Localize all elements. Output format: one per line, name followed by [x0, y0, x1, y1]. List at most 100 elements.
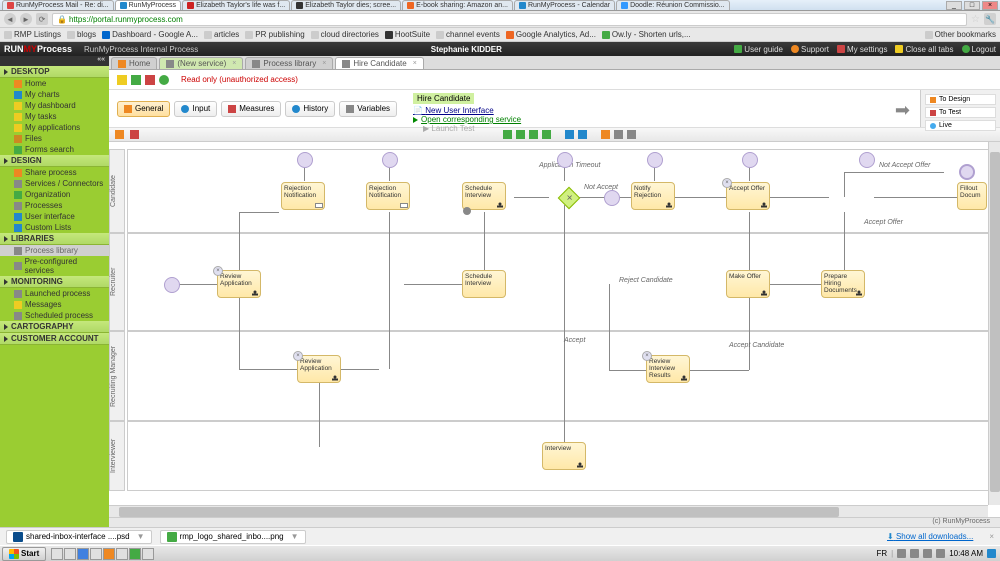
open-icon[interactable]: [145, 75, 155, 85]
app-icon[interactable]: [142, 548, 154, 560]
app-icon[interactable]: [103, 548, 115, 560]
start-event[interactable]: [164, 277, 180, 293]
sidebar-item-ui[interactable]: User interface: [0, 211, 109, 222]
task-rejection-notification[interactable]: Rejection Notification: [366, 182, 410, 210]
browser-tab[interactable]: Doodle: Réunion Commissio...: [616, 0, 730, 10]
app-icon[interactable]: [77, 548, 89, 560]
variables-button[interactable]: Variables: [339, 101, 397, 117]
task-review-application[interactable]: ×Review Application: [297, 355, 341, 383]
other-bookmarks[interactable]: Other bookmarks: [925, 30, 996, 39]
measures-button[interactable]: Measures: [221, 101, 281, 117]
sidebar-section-design[interactable]: DESIGN: [0, 155, 109, 167]
app-icon[interactable]: [90, 548, 102, 560]
task-make-offer[interactable]: Make Offer: [726, 270, 770, 298]
logout-link[interactable]: Logout: [962, 45, 996, 54]
task-rejection-notification[interactable]: Rejection Notification: [281, 182, 325, 210]
sidebar-section-monitoring[interactable]: MONITORING: [0, 276, 109, 288]
sidebar-item-preconfigured[interactable]: Pre-configured services: [0, 256, 109, 276]
tab-home[interactable]: Home: [111, 57, 157, 69]
refresh-icon[interactable]: [159, 75, 169, 85]
bookmark[interactable]: Dashboard - Google A...: [102, 30, 198, 39]
intermediate-event[interactable]: [604, 190, 620, 206]
task-schedule-interview[interactable]: Schedule Interview: [462, 182, 506, 210]
close-tabs-link[interactable]: Close all tabs: [895, 45, 953, 54]
sidebar-item-files[interactable]: Files: [0, 133, 109, 144]
task-prepare-hiring[interactable]: Prepare Hiring Documents: [821, 270, 865, 298]
tab-process-library[interactable]: Process library×: [245, 57, 333, 69]
close-button[interactable]: ×: [982, 1, 998, 10]
new-ui-link[interactable]: 📄 New User Interface: [413, 106, 494, 115]
task-interview[interactable]: Interview: [542, 442, 586, 470]
close-icon[interactable]: ×: [232, 60, 236, 67]
to-test-button[interactable]: To Test: [925, 107, 996, 118]
sidebar-item-applications[interactable]: My applications: [0, 122, 109, 133]
language-indicator[interactable]: FR: [876, 549, 887, 558]
maximize-button[interactable]: □: [964, 1, 980, 10]
app-icon[interactable]: [64, 548, 76, 560]
back-button[interactable]: ◄: [4, 13, 16, 25]
sidebar-item-forms[interactable]: Forms search: [0, 144, 109, 155]
download-item[interactable]: shared-inbox-interface ....psd▼: [6, 530, 152, 544]
start-event[interactable]: [742, 152, 758, 168]
bookmark[interactable]: blogs: [67, 30, 96, 39]
open-service-link[interactable]: Open corresponding service: [413, 115, 912, 124]
tray-icon[interactable]: [910, 549, 919, 558]
browser-tab-active[interactable]: RunMyProcess: [115, 0, 181, 10]
reload-button[interactable]: ⟳: [36, 13, 48, 25]
start-event[interactable]: [382, 152, 398, 168]
tray-icon[interactable]: [987, 549, 996, 558]
task-fillout[interactable]: Fillout Docum: [957, 182, 987, 210]
app-icon[interactable]: [51, 548, 63, 560]
clock[interactable]: 10:48 AM: [949, 549, 983, 558]
start-event[interactable]: [859, 152, 875, 168]
close-downloads-icon[interactable]: ×: [989, 532, 994, 541]
sidebar-section-desktop[interactable]: DESKTOP: [0, 66, 109, 78]
sidebar-item-tasks[interactable]: My tasks: [0, 111, 109, 122]
sidebar-item-charts[interactable]: My charts: [0, 89, 109, 100]
sidebar-item-dashboard[interactable]: My dashboard: [0, 100, 109, 111]
tab-new-service[interactable]: (New service)×: [159, 57, 243, 69]
sidebar-item-process-library[interactable]: Process library: [0, 245, 109, 256]
end-event[interactable]: [959, 164, 975, 180]
start-button[interactable]: Start: [2, 547, 46, 561]
url-input[interactable]: 🔒https://portal.runmyprocess.com: [52, 13, 967, 26]
minimize-button[interactable]: _: [946, 1, 962, 10]
bookmark[interactable]: Ow.ly - Shorten urls,...: [602, 30, 691, 39]
process-canvas[interactable]: Candidate Recruiter Recruiting Manager I…: [109, 142, 1000, 517]
task-review-application[interactable]: ×Review Application: [217, 270, 261, 298]
browser-tab[interactable]: RunMyProcess Mail - Re: di...: [2, 0, 114, 10]
bookmark[interactable]: articles: [204, 30, 239, 39]
sidebar-item-share[interactable]: Share process: [0, 167, 109, 178]
pointer-icon[interactable]: [115, 130, 124, 139]
sidebar-item-organization[interactable]: Organization: [0, 189, 109, 200]
sidebar-item-services[interactable]: Services / Connectors: [0, 178, 109, 189]
browser-tab[interactable]: RunMyProcess - Calendar: [514, 0, 615, 10]
scrollbar-thumb[interactable]: [119, 507, 839, 517]
bookmark[interactable]: channel events: [436, 30, 500, 39]
bookmark[interactable]: HootSuite: [385, 30, 430, 39]
start-event[interactable]: [647, 152, 663, 168]
browser-tab[interactable]: E-book sharing: Amazon an...: [402, 0, 513, 10]
forward-button[interactable]: ►: [20, 13, 32, 25]
sidebar-item-messages[interactable]: Messages: [0, 299, 109, 310]
close-icon[interactable]: ×: [322, 60, 326, 67]
task-schedule-interview[interactable]: Schedule Interview: [462, 270, 506, 298]
sidebar-collapse[interactable]: ««: [0, 56, 109, 66]
delete-icon[interactable]: [130, 130, 139, 139]
wrench-icon[interactable]: 🔧: [984, 13, 996, 25]
history-button[interactable]: History: [285, 101, 335, 117]
sidebar-section-customer[interactable]: CUSTOMER ACCOUNT: [0, 333, 109, 345]
bookmark[interactable]: Google Analytics, Ad...: [506, 30, 596, 39]
general-button[interactable]: General: [117, 101, 170, 117]
sidebar-item-launched[interactable]: Launched process: [0, 288, 109, 299]
sidebar-section-cartography[interactable]: CARTOGRAPHY: [0, 321, 109, 333]
task-notify-rejection[interactable]: Notify Rejection: [631, 182, 675, 210]
sidebar-item-processes[interactable]: Processes: [0, 200, 109, 211]
tray-icon[interactable]: [923, 549, 932, 558]
start-event[interactable]: [297, 152, 313, 168]
sidebar-item-lists[interactable]: Custom Lists: [0, 222, 109, 233]
task-review-results[interactable]: ×Review Interview Results: [646, 355, 690, 383]
close-icon[interactable]: ×: [413, 60, 417, 67]
sidebar-item-home[interactable]: Home: [0, 78, 109, 89]
task-accept-offer[interactable]: ×Accept Offer: [726, 182, 770, 210]
